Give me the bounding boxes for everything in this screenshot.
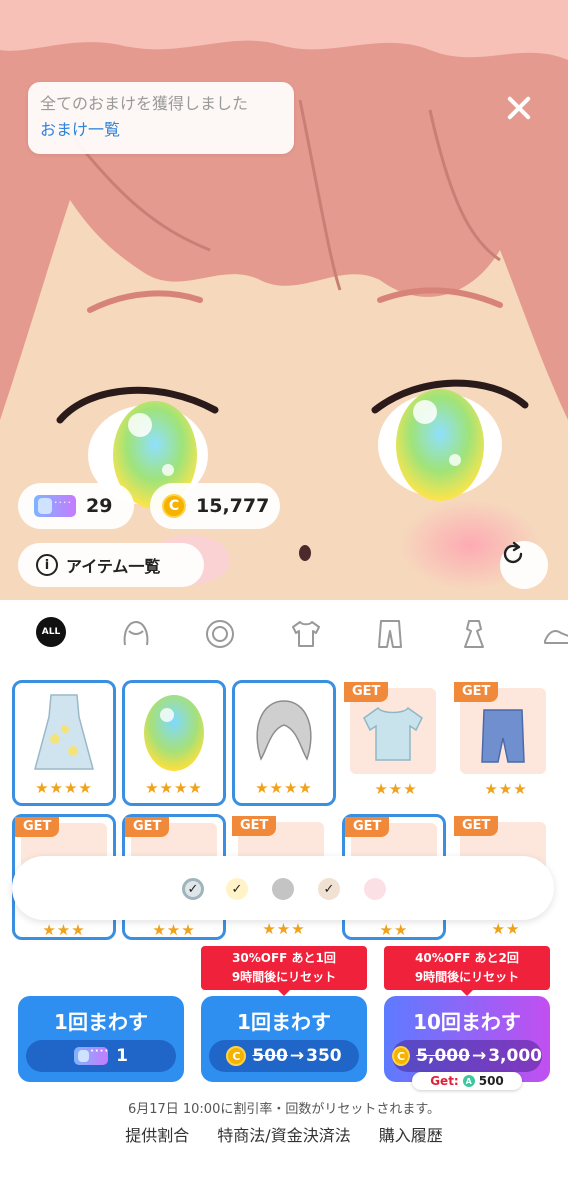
odds-link[interactable]: 提供割合 (125, 1122, 189, 1146)
sale-tag-single: 30%OFF あと1回 9時間後にリセット (201, 946, 367, 996)
arrow-icon: → (289, 1046, 305, 1066)
spin-cost: C 500 → 350 (209, 1040, 359, 1072)
original-price: 5,000 (416, 1046, 470, 1066)
get-badge: GET (345, 817, 390, 837)
shoe-icon (544, 630, 568, 644)
coin-icon: C (162, 494, 186, 518)
sale-tag-ten: 40%OFF あと2回 9時間後にリセット (384, 946, 550, 996)
character-preview: 全てのおまけを獲得しました おまけ一覧 29 C 15,777 i アイテム一覧 (0, 0, 568, 600)
get-badge: GET (15, 817, 60, 837)
bonus-label: Get: (430, 1074, 459, 1088)
item-rarity: ★★★★ (145, 779, 203, 797)
spin-title: 1回まわす (54, 1010, 148, 1034)
sale-price: 350 (306, 1046, 342, 1066)
item-card[interactable]: GET ★★★ (454, 682, 558, 808)
hair-icon (123, 620, 149, 646)
item-rarity: ★★★ (42, 921, 86, 939)
item-thumbnail-eye (144, 695, 204, 771)
cost-value: 1 (116, 1046, 128, 1066)
item-rarity: ★★ (491, 920, 521, 938)
spin-once-ticket-button[interactable]: 1回まわす 1 (18, 996, 184, 1082)
tab-all[interactable]: ALL (36, 617, 66, 647)
get-badge: GET (454, 816, 499, 836)
get-badge: GET (454, 682, 499, 702)
item-list-label: アイテム一覧 (66, 557, 161, 576)
get-badge: GET (125, 817, 170, 837)
sale-discount: 30%OFF あと1回 (232, 951, 336, 965)
color-variant-bar: ✓ ✓ ✓ (12, 856, 554, 920)
toast-message: 全てのおまけを獲得しました (40, 94, 249, 113)
bonus-toast: 全てのおまけを獲得しました おまけ一覧 (28, 82, 294, 154)
item-rarity: ★★ (379, 921, 409, 939)
tab-shoes[interactable] (540, 616, 568, 652)
purchase-history-link[interactable]: 購入履歴 (379, 1122, 443, 1146)
tab-hair[interactable] (118, 616, 154, 652)
arrow-icon: → (471, 1046, 487, 1066)
color-swatch[interactable]: ✓ (182, 878, 204, 900)
ticket-icon (34, 495, 76, 517)
item-card[interactable]: ★★★★ (232, 680, 336, 806)
refresh-icon (503, 541, 523, 564)
shirt-icon (292, 621, 320, 647)
spin-cost: 1 (26, 1040, 176, 1072)
sale-reset: 9時間後にリセット (414, 970, 520, 984)
tab-eyes[interactable] (202, 616, 238, 652)
check-icon: ✓ (323, 881, 335, 897)
pants-icon (378, 620, 402, 648)
get-badge: GET (344, 682, 389, 702)
close-button[interactable] (500, 88, 540, 128)
item-card[interactable]: ★★★★ (122, 680, 226, 806)
item-rarity: ★★★ (152, 921, 196, 939)
item-thumbnail-dress (34, 694, 94, 770)
color-swatch[interactable]: ✓ (318, 878, 340, 900)
bonus-badge: Get: A 500 (412, 1072, 522, 1090)
sale-discount: 40%OFF あと2回 (415, 951, 519, 965)
sale-reset: 9時間後にリセット (231, 970, 337, 984)
sale-price: 3,000 (488, 1046, 542, 1066)
coin-icon: C (392, 1046, 411, 1066)
eye-icon (206, 620, 234, 648)
legal-link[interactable]: 特商法/資金決済法 (217, 1122, 350, 1146)
spin-cost: C 5,000 → 3,000 (392, 1040, 542, 1072)
bonus-amount: 500 (478, 1074, 504, 1088)
spin-title: 1回まわす (237, 1010, 331, 1034)
check-icon: ✓ (187, 881, 199, 897)
info-icon: i (36, 554, 58, 576)
tab-onepiece[interactable] (456, 616, 492, 652)
footer-links: 提供割合 特商法/資金決済法 購入履歴 (0, 1122, 568, 1146)
tab-tops[interactable] (288, 616, 324, 652)
item-rarity: ★★★ (374, 780, 418, 798)
color-swatch[interactable] (272, 878, 294, 900)
ticket-icon (74, 1046, 109, 1065)
item-rarity: ★★★★ (35, 779, 93, 797)
ticket-balance: 29 (18, 483, 134, 529)
coin-balance: C 15,777 (150, 483, 280, 529)
color-swatch[interactable] (364, 878, 386, 900)
coin-count: 15,777 (196, 495, 270, 517)
dress-icon (464, 620, 484, 648)
item-rarity: ★★★ (262, 920, 306, 938)
item-card[interactable]: ★★★★ (12, 680, 116, 806)
spin-once-coin-button[interactable]: 1回まわす C 500 → 350 (201, 996, 367, 1082)
check-icon: ✓ (231, 881, 243, 897)
original-price: 500 (252, 1046, 288, 1066)
spin-title: 10回まわす (413, 1010, 521, 1034)
bonus-list-link[interactable]: おまけ一覧 (40, 116, 282, 144)
tab-bottoms[interactable] (372, 616, 408, 652)
get-badge: GET (232, 816, 277, 836)
item-list-button[interactable]: i アイテム一覧 (18, 543, 204, 587)
coin-icon: C (226, 1046, 247, 1066)
item-rarity: ★★★ (484, 780, 528, 798)
reset-notice: 6月17日 10:00に割引率・回数がリセットされます。 (127, 1102, 441, 1117)
item-card[interactable]: GET ★★★ (344, 682, 448, 808)
gem-icon: A (462, 1075, 475, 1087)
spin-ten-coin-button[interactable]: 10回まわす C 5,000 → 3,000 (384, 996, 550, 1082)
color-swatch[interactable]: ✓ (226, 878, 248, 900)
refresh-button[interactable] (500, 541, 548, 589)
item-thumbnail-hair (256, 700, 312, 761)
ticket-count: 29 (86, 495, 113, 517)
item-rarity: ★★★★ (255, 779, 313, 797)
